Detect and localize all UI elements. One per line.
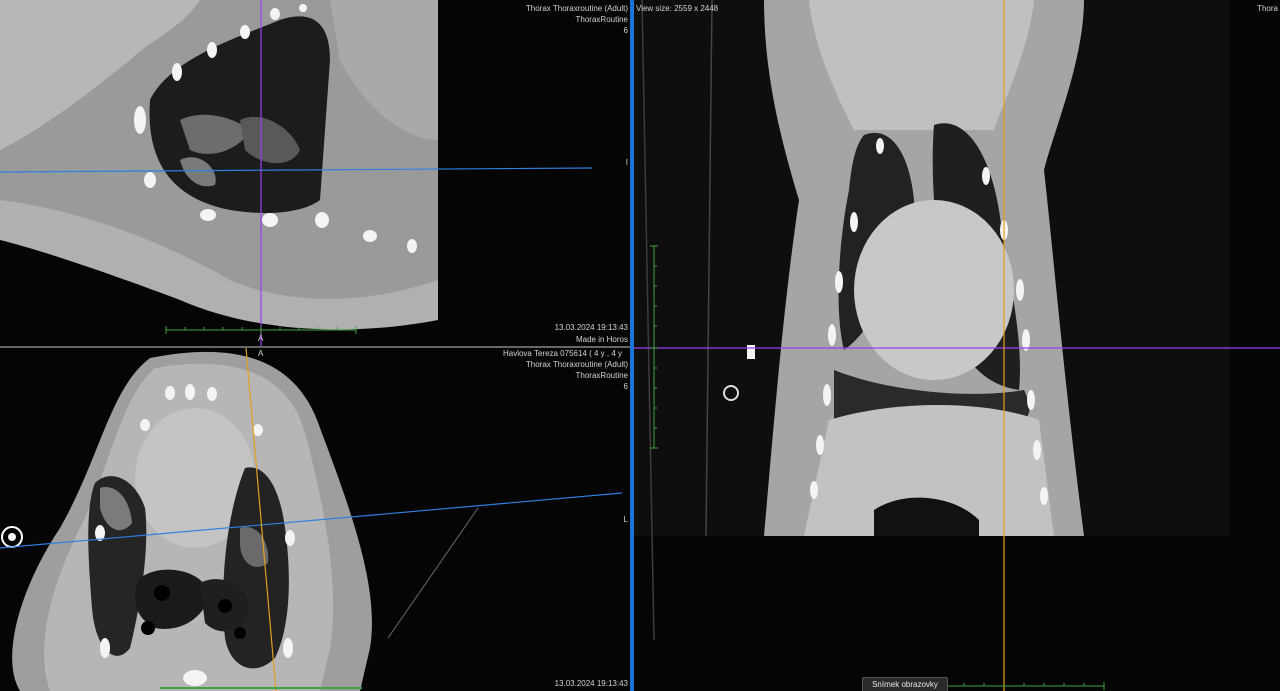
axial-series-label: Thorax Thoraxroutine (Adult) <box>525 360 628 369</box>
coronal-series-label: Thora <box>1257 4 1278 13</box>
screenshot-tooltip: Snímek obrazovky <box>862 677 948 691</box>
sagittal-viewport[interactable]: Thorax Thoraxroutine (Adult) ThoraxRouti… <box>0 0 630 346</box>
axial-slice-number: 6 <box>623 382 628 391</box>
coronal-view-size: View size: 2559 x 2448 <box>636 4 719 13</box>
sagittal-protocol-label: ThoraxRoutine <box>575 15 628 24</box>
axial-patient-info: Havlova Tereza 075614 ( 4 y , 4 y <box>502 349 622 358</box>
sagittal-orientation-i: I <box>625 158 628 167</box>
axial-viewport[interactable]: A Havlova Tereza 075614 ( 4 y , 4 y R Th… <box>0 348 630 691</box>
sagittal-datetime: 13.03.2024 19:13:43 <box>554 323 628 332</box>
made-in-horos-label: Made in Horos <box>575 335 628 344</box>
coronal-viewport[interactable]: View size: 2559 x 2448 Thora <box>634 0 1280 691</box>
axial-orientation-l: L <box>623 515 628 524</box>
axial-datetime: 13.03.2024 19:13:43 <box>554 679 628 688</box>
sagittal-slice-number: 6 <box>623 26 628 35</box>
sagittal-series-label: Thorax Thoraxroutine (Adult) <box>525 4 628 13</box>
sagittal-image <box>0 0 593 346</box>
coronal-image <box>634 0 1280 691</box>
axial-image <box>0 348 623 691</box>
axial-protocol-label: ThoraxRoutine <box>575 371 628 380</box>
sagittal-orientation-a: A <box>258 334 264 343</box>
horos-viewer: Thorax Thoraxroutine (Adult) ThoraxRouti… <box>0 0 1280 691</box>
axial-orientation-a: A <box>258 349 264 358</box>
